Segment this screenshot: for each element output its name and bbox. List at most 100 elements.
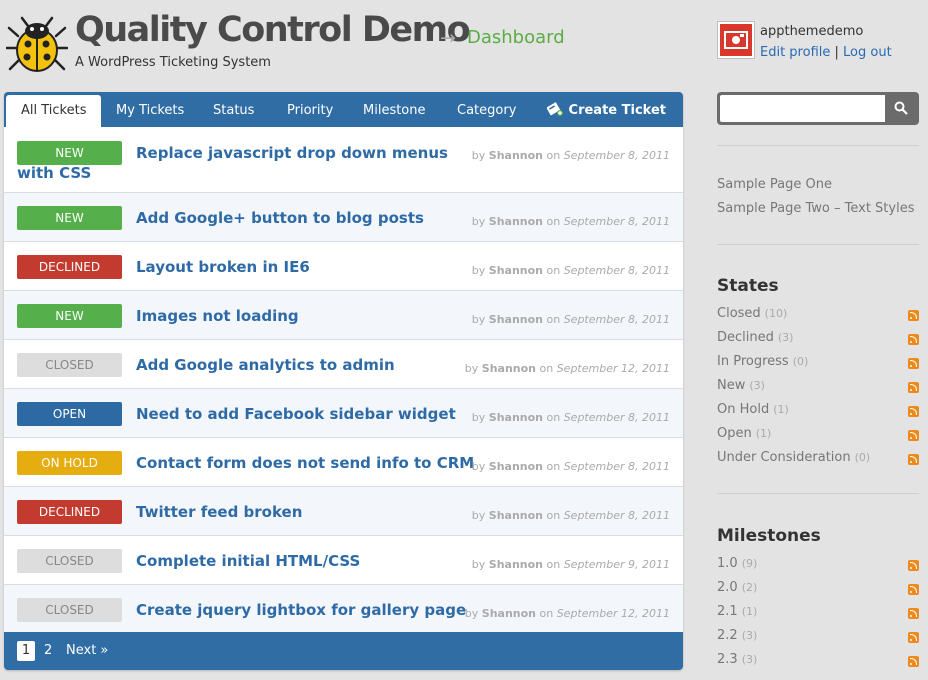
tab-milestone[interactable]: Milestone	[363, 92, 426, 127]
state-item[interactable]: Open (1)	[717, 426, 919, 441]
ticket-author: Shannon	[488, 313, 543, 326]
tab-category[interactable]: Category	[457, 92, 516, 127]
page-link[interactable]: Sample Page One	[717, 177, 832, 192]
ticket-row[interactable]: CLOSED Create jquery lightbox for galler…	[4, 585, 683, 632]
milestone-count: (9)	[741, 557, 758, 570]
user-links: Edit profile | Log out	[760, 45, 892, 60]
ticket-title-link[interactable]: Need to add Facebook sidebar widget	[136, 405, 456, 423]
state-label: On Hold	[717, 402, 770, 417]
search-form	[717, 92, 919, 125]
rss-icon[interactable]	[908, 560, 919, 571]
state-item[interactable]: Closed (10)	[717, 306, 919, 321]
ticket-author: Shannon	[488, 215, 543, 228]
ticket-title-link[interactable]: Images not loading	[136, 307, 299, 325]
milestone-item[interactable]: 1.0 (9)	[717, 556, 919, 571]
next-page-link[interactable]: Next »	[66, 641, 108, 661]
state-item[interactable]: Under Consideration (0)	[717, 450, 919, 465]
ticket-author: Shannon	[488, 460, 543, 473]
ticket-meta: by Shannon on September 8, 2011	[471, 460, 670, 473]
tab-my-tickets[interactable]: My Tickets	[116, 92, 184, 127]
ticket-title-link[interactable]: Complete initial HTML/CSS	[136, 552, 360, 570]
rss-icon[interactable]	[908, 454, 919, 465]
divider	[717, 145, 919, 146]
rss-icon[interactable]	[908, 608, 919, 619]
ticket-title-link[interactable]: Twitter feed broken	[136, 503, 302, 521]
rss-icon[interactable]	[908, 584, 919, 595]
status-badge: ON HOLD	[17, 451, 122, 475]
site-tagline: A WordPress Ticketing System	[75, 55, 271, 70]
ticket-title-link[interactable]: Layout broken in IE6	[136, 258, 310, 276]
search-icon	[894, 101, 908, 115]
rss-icon[interactable]	[908, 430, 919, 441]
ticket-title-link[interactable]: Add Google analytics to admin	[136, 356, 395, 374]
search-button[interactable]	[887, 95, 916, 122]
ticket-meta: by Shannon on September 8, 2011	[471, 264, 670, 277]
states-heading: States	[717, 276, 779, 296]
ticket-title-link[interactable]: Replace javascript drop down menus with …	[17, 143, 472, 183]
rss-icon[interactable]	[908, 334, 919, 345]
ticket-row[interactable]: CLOSED Complete initial HTML/CSS by Shan…	[4, 536, 683, 585]
tickets-panel: All Tickets My Tickets Status Priority M…	[4, 92, 683, 670]
rss-icon[interactable]	[908, 656, 919, 667]
milestone-item[interactable]: 2.1 (1)	[717, 604, 919, 619]
rss-icon[interactable]	[908, 406, 919, 417]
divider	[717, 493, 919, 494]
ticket-row[interactable]: DECLINED Twitter feed broken by Shannon …	[4, 487, 683, 536]
status-badge: DECLINED	[17, 500, 122, 524]
title-arrow: →	[440, 27, 456, 49]
ticket-row[interactable]: OPEN Need to add Facebook sidebar widget…	[4, 389, 683, 438]
site-title[interactable]: Quality Control Demo	[75, 10, 471, 50]
milestone-item[interactable]: 2.0 (2)	[717, 580, 919, 595]
page-link[interactable]: Sample Page Two – Text Styles	[717, 201, 914, 216]
create-ticket-button[interactable]: Create Ticket	[546, 92, 666, 127]
state-item[interactable]: In Progress (0)	[717, 354, 919, 369]
ticket-title-link[interactable]: Add Google+ button to blog posts	[136, 209, 424, 227]
milestone-item[interactable]: 2.3 (3)	[717, 652, 919, 667]
logout-link[interactable]: Log out	[843, 45, 892, 60]
page-2-link[interactable]: 2	[44, 641, 52, 661]
avatar[interactable]	[717, 21, 755, 59]
state-label: Under Consideration	[717, 450, 851, 465]
ticket-row[interactable]: NEW Add Google+ button to blog posts by …	[4, 193, 683, 242]
milestone-item[interactable]: 2.2 (3)	[717, 628, 919, 643]
tab-all-tickets[interactable]: All Tickets	[6, 95, 102, 127]
milestone-label: 2.0	[717, 580, 738, 595]
ticket-date: September 8, 2011	[563, 313, 670, 326]
ticket-row[interactable]: NEW Replace javascript drop down menus w…	[4, 127, 683, 193]
section-title: Dashboard	[467, 27, 565, 48]
state-item[interactable]: On Hold (1)	[717, 402, 919, 417]
rss-icon[interactable]	[908, 632, 919, 643]
ticket-row[interactable]: DECLINED Layout broken in IE6 by Shannon…	[4, 242, 683, 291]
tab-priority[interactable]: Priority	[287, 92, 333, 127]
ticket-date: September 9, 2011	[563, 558, 670, 571]
ticket-author: Shannon	[488, 264, 543, 277]
state-label: Open	[717, 426, 752, 441]
ticket-title-link[interactable]: Create jquery lightbox for gallery page	[136, 601, 466, 619]
ticket-meta: by Shannon on September 9, 2011	[471, 558, 670, 571]
state-item[interactable]: Declined (3)	[717, 330, 919, 345]
ticket-author: Shannon	[488, 411, 543, 424]
ticket-title-link[interactable]: Contact form does not send info to CRM	[136, 454, 474, 472]
tab-status[interactable]: Status	[213, 92, 254, 127]
status-badge: CLOSED	[17, 549, 122, 573]
search-input[interactable]	[720, 95, 885, 122]
ticket-date: September 8, 2011	[563, 149, 670, 162]
ticket-meta: by Shannon on September 8, 2011	[471, 411, 670, 424]
ticket-author: Shannon	[481, 362, 536, 375]
rss-icon[interactable]	[908, 310, 919, 321]
ticket-row[interactable]: ON HOLD Contact form does not send info …	[4, 438, 683, 487]
ticket-date: September 12, 2011	[556, 607, 670, 620]
create-ticket-icon	[546, 102, 563, 116]
rss-icon[interactable]	[908, 358, 919, 369]
status-badge: OPEN	[17, 402, 122, 426]
ticket-row[interactable]: CLOSED Add Google analytics to admin by …	[4, 340, 683, 389]
milestone-label: 1.0	[717, 556, 738, 571]
edit-profile-link[interactable]: Edit profile	[760, 45, 830, 60]
milestone-label: 2.2	[717, 628, 738, 643]
ticket-meta: by Shannon on September 12, 2011	[464, 362, 670, 375]
state-count: (10)	[764, 307, 788, 320]
milestone-count: (2)	[741, 581, 758, 594]
ticket-row[interactable]: NEW Images not loading by Shannon on Sep…	[4, 291, 683, 340]
rss-icon[interactable]	[908, 382, 919, 393]
state-item[interactable]: New (3)	[717, 378, 919, 393]
